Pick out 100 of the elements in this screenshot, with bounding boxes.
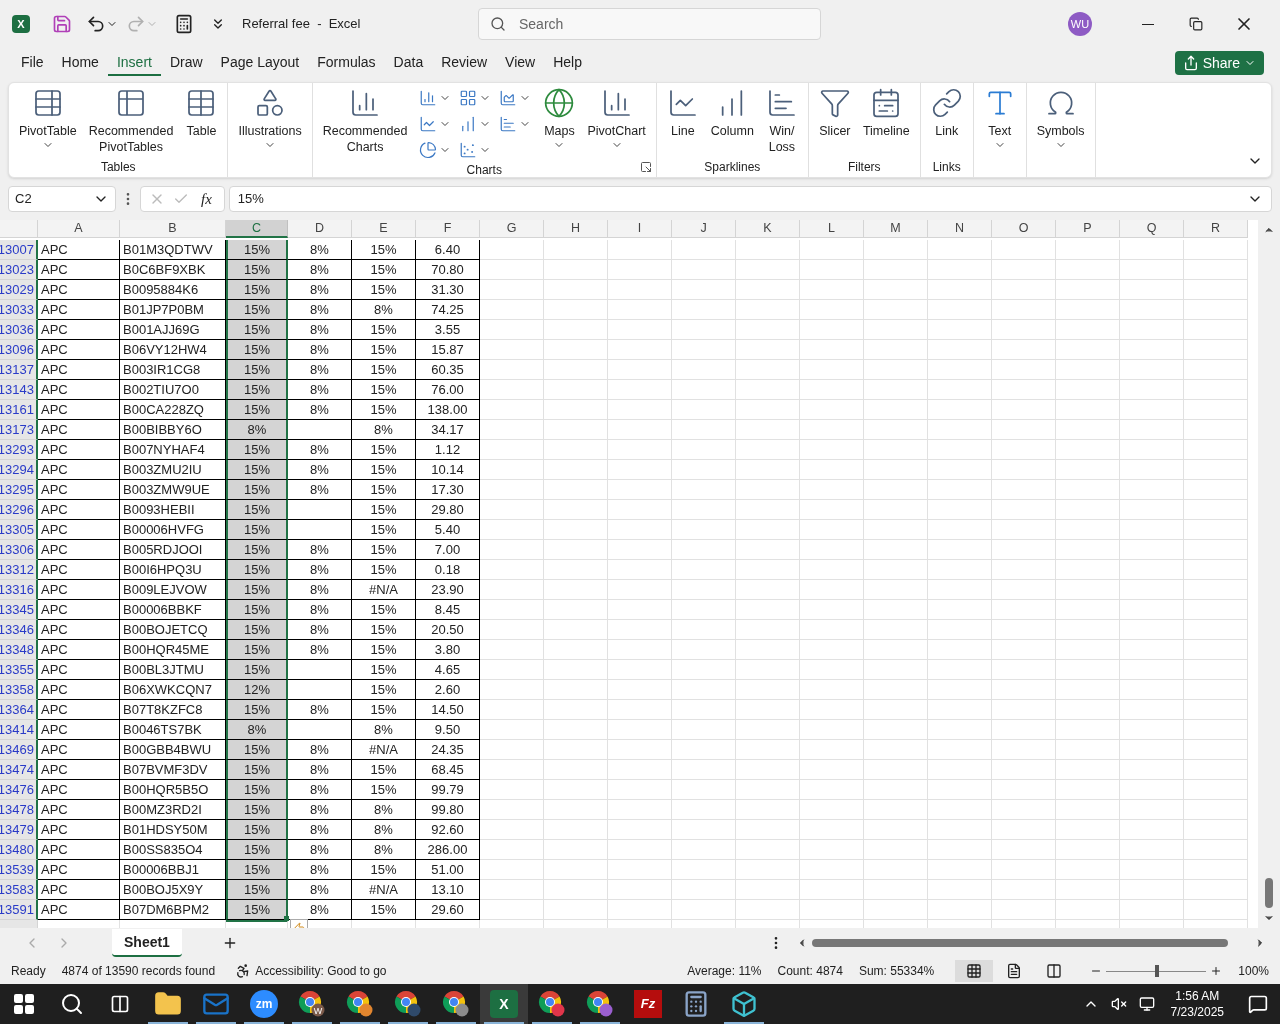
letter-heading[interactable]: D	[288, 220, 352, 238]
ribbon-button[interactable]: PivotTable	[13, 83, 83, 151]
scroll-thumb[interactable]	[811, 939, 1228, 947]
taskbar-button[interactable]: W	[288, 984, 336, 1024]
letter-heading[interactable]: R	[1184, 220, 1248, 238]
letter-heading[interactable]: O	[992, 220, 1056, 238]
table-cell: 15%	[226, 600, 288, 620]
table-cell: 15%	[352, 360, 416, 380]
zoom-level[interactable]: 100%	[1238, 962, 1269, 980]
ribbon-button[interactable]: Illustrations	[232, 83, 308, 151]
table-cell: 8%	[288, 820, 352, 840]
letter-heading[interactable]: J	[672, 220, 736, 238]
menu-tab[interactable]: Data	[384, 50, 433, 76]
table-cell: APC	[38, 280, 120, 300]
ribbon-button[interactable]: Column	[704, 83, 760, 139]
letter-heading[interactable]: F	[416, 220, 480, 238]
menu-tab[interactable]: Draw	[160, 50, 212, 76]
table-cell: 15%	[226, 640, 288, 660]
table-cell: 15%	[352, 660, 416, 680]
letter-heading[interactable]: H	[544, 220, 608, 238]
zoom-slider[interactable]	[1106, 965, 1207, 977]
table-cell: APC	[38, 740, 120, 760]
table-cell: 23.90	[416, 580, 480, 600]
clock[interactable]: 1:56 AM 7/23/2025	[1166, 988, 1228, 1020]
ribbon-button[interactable]: Text	[977, 83, 1022, 151]
table-cell: 15%	[226, 800, 288, 820]
ribbon-button[interactable]: Slicer	[812, 83, 857, 139]
letter-heading[interactable]: E	[352, 220, 416, 238]
letter-heading[interactable]: K	[736, 220, 800, 238]
table-cell: 24.35	[416, 740, 480, 760]
letter-heading[interactable]: N	[928, 220, 992, 238]
letter-heading[interactable]: B	[120, 220, 226, 238]
ribbon-button[interactable]: PivotChart	[581, 83, 652, 151]
table-cell: APC	[38, 460, 120, 480]
minimize-icon	[1142, 23, 1154, 25]
network-icon[interactable]	[1138, 996, 1155, 1012]
table-cell: APC	[38, 380, 120, 400]
accessibility-status[interactable]: Accessibility: Good to go	[235, 962, 387, 980]
table-cell: 0.18	[416, 560, 480, 580]
fill-handle[interactable]	[284, 916, 289, 921]
column-chart-icon	[419, 89, 438, 107]
formula-input[interactable]: 15%	[228, 186, 1272, 212]
dialog-launcher-icon[interactable]	[639, 161, 652, 173]
slider-thumb[interactable]	[1155, 965, 1160, 977]
calculator-button[interactable]	[174, 14, 194, 34]
table-cell: 3.55	[416, 320, 480, 340]
ribbon-button[interactable]: Recommended Charts	[316, 83, 414, 155]
pie-chart-icon	[419, 141, 438, 159]
muted-speaker-icon[interactable]	[1110, 996, 1127, 1012]
sheet-tab[interactable]: Sheet1	[112, 929, 182, 957]
letter-heading[interactable]: L	[800, 220, 864, 238]
zoom-in-icon[interactable]	[1210, 965, 1223, 977]
letter-heading[interactable]: C	[226, 220, 288, 238]
menu-tab[interactable]: Formulas	[308, 50, 385, 76]
table-cell: APC	[38, 640, 120, 660]
ribbon-button[interactable]: Maps	[537, 83, 582, 151]
table-cell: #N/A	[352, 580, 416, 600]
ribbon-button[interactable]: Table	[179, 83, 224, 139]
table-cell: 15%	[352, 400, 416, 420]
letter-heading[interactable]: I	[608, 220, 672, 238]
letter-heading[interactable]: P	[1056, 220, 1120, 238]
menu-tab[interactable]: Page Layout	[211, 50, 309, 76]
menu-tab[interactable]: View	[496, 50, 545, 76]
redo-icon	[126, 14, 146, 34]
name-box[interactable]: C2	[8, 186, 116, 212]
scroll-thumb[interactable]	[1265, 878, 1273, 908]
menu-tab[interactable]: Home	[52, 50, 108, 76]
letter-heading[interactable]: A	[38, 220, 120, 238]
table-cell: 8%	[288, 260, 352, 280]
menu-tab[interactable]: Review	[432, 50, 497, 76]
letter-heading[interactable]: G	[480, 220, 544, 238]
search-field[interactable]: Search	[478, 8, 821, 40]
letter-heading[interactable]: Q	[1120, 220, 1184, 238]
share-button[interactable]: Share	[1174, 51, 1264, 75]
table-cell: 8%	[352, 300, 416, 320]
ribbon-button[interactable]: Link	[924, 83, 969, 139]
table-cell: 3.80	[416, 640, 480, 660]
table-cell: 15%	[352, 540, 416, 560]
ribbon-button[interactable]: Recommended PivotTables	[82, 83, 180, 155]
chrome-icon	[538, 990, 566, 1018]
menu-tab[interactable]: Insert	[107, 50, 161, 76]
taskbar-button[interactable]: Fz	[624, 984, 672, 1024]
ribbon-button[interactable]: Win/ Loss	[759, 83, 804, 155]
table-cell: 1.12	[416, 440, 480, 460]
user-avatar[interactable]: WU	[1068, 12, 1092, 36]
table-cell: 8%	[288, 700, 352, 720]
table-cell: 29.80	[416, 500, 480, 520]
menu-tab[interactable]: File	[12, 50, 53, 76]
table-cell: 8%	[288, 780, 352, 800]
ribbon-button[interactable]: Timeline	[856, 83, 916, 139]
undo-button[interactable]	[86, 14, 118, 34]
ribbon-button[interactable]: Line	[660, 83, 705, 139]
taskbar-button[interactable]: X	[480, 984, 528, 1024]
view-button[interactable]	[955, 960, 994, 982]
ribbon-button[interactable]: Symbols	[1030, 83, 1091, 151]
letter-heading[interactable]: M	[864, 220, 928, 238]
menu-tab[interactable]: Help	[544, 50, 591, 76]
table-cell: APC	[38, 300, 120, 320]
undo-icon	[86, 14, 106, 34]
notification-icon[interactable]	[1248, 994, 1268, 1014]
